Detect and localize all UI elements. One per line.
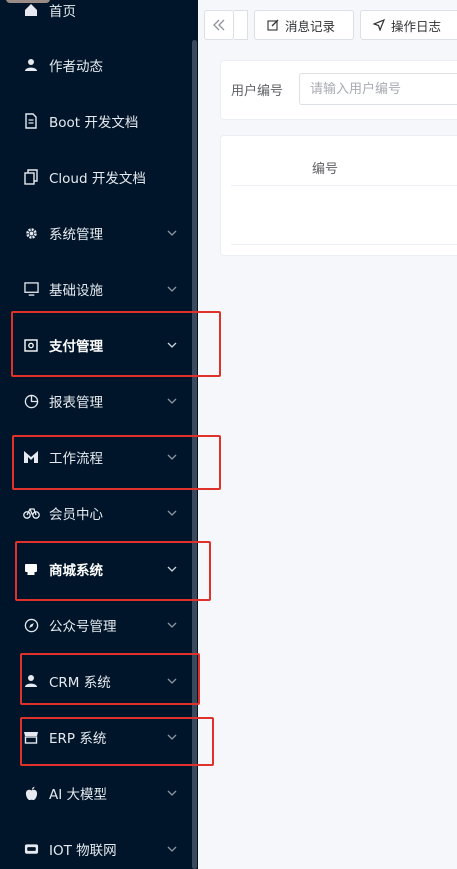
apple-icon xyxy=(22,784,40,802)
sidebar-item-label: 会员中心 xyxy=(49,507,103,523)
double-chevron-left-icon xyxy=(213,16,225,35)
sidebar-item-label: Cloud 开发文档 xyxy=(49,171,146,187)
sidebar-item-label: 公众号管理 xyxy=(49,619,117,635)
bicycle-icon xyxy=(22,504,40,522)
sidebar-item-mall-system[interactable]: 商城系统 xyxy=(0,549,192,589)
sidebar-item-label: AI 大模型 xyxy=(49,787,108,803)
sidebar-item-label: 支付管理 xyxy=(49,339,103,355)
user-icon xyxy=(22,672,40,690)
sidebar-item-author-news[interactable]: 作者动态 xyxy=(0,45,192,85)
compass-icon xyxy=(22,616,40,634)
flow-icon xyxy=(22,448,40,466)
sidebar-item-infrastructure[interactable]: 基础设施 xyxy=(0,269,192,309)
sidebar-item-label: 基础设施 xyxy=(49,283,103,299)
user-id-label: 用户编号 xyxy=(231,84,284,99)
chevron-down-icon xyxy=(166,787,178,799)
chevron-down-icon xyxy=(166,675,178,687)
copy-document-icon xyxy=(22,168,40,186)
sidebar-item-label: 系统管理 xyxy=(49,227,103,243)
table-bottom-divider xyxy=(231,244,457,245)
wallet-icon xyxy=(22,336,40,354)
sidebar-item-ai-model[interactable]: AI 大模型 xyxy=(0,773,192,813)
table-card xyxy=(220,135,457,256)
tab-partial[interactable] xyxy=(234,10,248,40)
sidebar-item-label: Boot 开发文档 xyxy=(49,115,139,131)
sidebar-item-label: IOT 物联网 xyxy=(49,843,117,859)
monitor-icon xyxy=(22,280,40,298)
sidebar-item-system-management[interactable]: 系统管理 xyxy=(0,213,192,253)
edit-icon xyxy=(267,19,279,31)
sidebar-item-label: 报表管理 xyxy=(49,395,103,411)
user-icon xyxy=(22,56,40,74)
sidebar-item-label: 首页 xyxy=(49,4,76,20)
sidebar: 首页 作者动态 Boot 开发文档 Cloud 开发文档 系统管理 基础设施 支… xyxy=(0,0,198,869)
chevron-down-icon xyxy=(166,731,178,743)
sidebar-item-boot-docs[interactable]: Boot 开发文档 xyxy=(0,101,192,141)
tab-label: 操作日志 xyxy=(391,18,442,34)
document-icon xyxy=(22,112,40,130)
sidebar-item-home[interactable]: 首页 xyxy=(0,0,192,30)
chevron-down-icon xyxy=(166,843,178,855)
sidebar-item-label: CRM 系统 xyxy=(49,675,111,691)
gear-icon xyxy=(22,224,40,242)
chevron-down-icon xyxy=(166,451,178,463)
chevron-down-icon xyxy=(166,227,178,239)
sidebar-item-official-account[interactable]: 公众号管理 xyxy=(0,605,192,645)
chevron-down-icon xyxy=(166,283,178,295)
chevron-down-icon xyxy=(166,339,178,351)
pie-chart-icon xyxy=(22,392,40,410)
collapse-tabs-button[interactable] xyxy=(204,10,234,40)
sidebar-item-iot[interactable]: IOT 物联网 xyxy=(0,829,192,869)
sidebar-item-report-management[interactable]: 报表管理 xyxy=(0,381,192,421)
chevron-down-icon xyxy=(166,563,178,575)
sidebar-item-crm-system[interactable]: CRM 系统 xyxy=(0,661,192,701)
tab-operation-log[interactable]: 操作日志 xyxy=(360,10,457,40)
sidebar-item-label: 工作流程 xyxy=(49,451,103,467)
sidebar-item-label: ERP 系统 xyxy=(49,731,107,747)
sidebar-item-payment-management[interactable]: 支付管理 xyxy=(0,325,192,365)
table-header-divider xyxy=(231,185,457,186)
store-icon xyxy=(22,728,40,746)
chevron-down-icon xyxy=(166,619,178,631)
tab-message-record[interactable]: 消息记录 xyxy=(254,10,354,40)
sidebar-item-label: 作者动态 xyxy=(49,59,103,75)
location-arrow-icon xyxy=(373,19,385,31)
sidebar-item-member-center[interactable]: 会员中心 xyxy=(0,493,192,533)
sidebar-item-label: 商城系统 xyxy=(49,563,103,579)
chip-icon xyxy=(22,840,40,858)
sidebar-item-workflow[interactable]: 工作流程 xyxy=(0,437,192,477)
user-id-input[interactable] xyxy=(299,73,457,105)
chevron-down-icon xyxy=(166,507,178,519)
sidebar-scrollbar[interactable] xyxy=(192,40,197,869)
sidebar-item-cloud-docs[interactable]: Cloud 开发文档 xyxy=(0,157,192,197)
home-icon xyxy=(22,1,40,19)
tab-label: 消息记录 xyxy=(285,18,336,34)
shop-icon xyxy=(22,560,40,578)
sidebar-item-erp-system[interactable]: ERP 系统 xyxy=(0,717,192,757)
chevron-down-icon xyxy=(166,395,178,407)
column-header-number: 编号 xyxy=(312,162,339,177)
